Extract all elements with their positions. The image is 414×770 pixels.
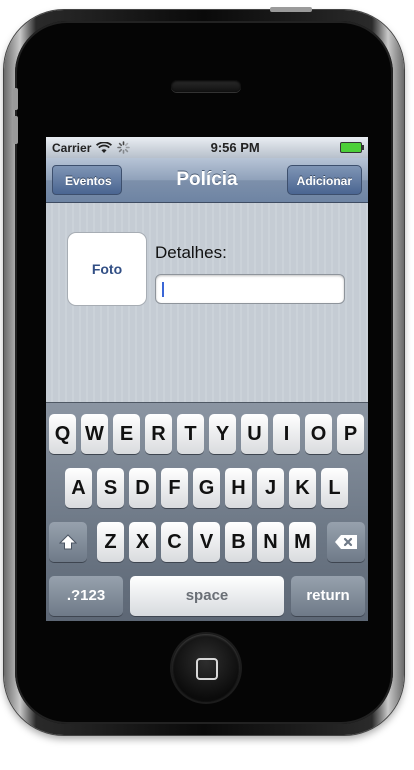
key-y[interactable]: Y: [209, 414, 236, 454]
keyboard: Q W E R T Y U I O P A S D F G H J K L Z …: [46, 402, 368, 621]
details-label: Detalhes:: [155, 243, 227, 262]
details-input[interactable]: [155, 274, 345, 304]
photo-button[interactable]: Foto: [67, 232, 147, 306]
backspace-icon: [335, 535, 357, 549]
activity-spinner-icon: [117, 141, 131, 154]
photo-label: Foto: [91, 261, 123, 277]
home-button[interactable]: [172, 634, 240, 702]
back-button-label: Eventos: [65, 174, 112, 188]
space-key[interactable]: space: [130, 576, 284, 616]
key-h[interactable]: H: [225, 468, 252, 508]
key-v[interactable]: V: [193, 522, 220, 562]
key-l[interactable]: L: [321, 468, 348, 508]
key-j[interactable]: J: [257, 468, 284, 508]
key-s[interactable]: S: [97, 468, 124, 508]
key-e[interactable]: E: [113, 414, 140, 454]
back-button[interactable]: Eventos: [52, 165, 122, 195]
key-b[interactable]: B: [225, 522, 252, 562]
key-d[interactable]: D: [129, 468, 156, 508]
numbers-key[interactable]: .?123: [49, 576, 123, 616]
key-g[interactable]: G: [193, 468, 220, 508]
form-area: Foto Detalhes:: [46, 203, 368, 402]
key-p[interactable]: P: [337, 414, 364, 454]
ringer-switch: [13, 88, 18, 110]
status-bar: Carrier 9:56 PM: [46, 137, 368, 158]
text-cursor: [162, 282, 164, 297]
add-button[interactable]: Adicionar: [286, 165, 362, 195]
return-key[interactable]: return: [291, 576, 365, 616]
key-z[interactable]: Z: [97, 522, 124, 562]
phone-screen: Carrier 9:56 PM Polícia Eventos Adiciona…: [46, 137, 368, 621]
key-m[interactable]: M: [289, 522, 316, 562]
key-o[interactable]: O: [305, 414, 332, 454]
earpiece-speaker: [171, 80, 241, 92]
battery-icon: [340, 142, 364, 153]
shift-key[interactable]: [49, 522, 87, 562]
key-f[interactable]: F: [161, 468, 188, 508]
key-r[interactable]: R: [145, 414, 172, 454]
key-u[interactable]: U: [241, 414, 268, 454]
key-t[interactable]: T: [177, 414, 204, 454]
volume-button: [13, 116, 18, 144]
wifi-icon: [96, 141, 113, 153]
key-i[interactable]: I: [273, 414, 300, 454]
key-w[interactable]: W: [81, 414, 108, 454]
carrier-label: Carrier: [52, 140, 92, 155]
home-square-icon: [196, 658, 218, 680]
status-time: 9:56 PM: [210, 140, 260, 155]
key-q[interactable]: Q: [49, 414, 76, 454]
navigation-bar: Polícia Eventos Adicionar: [46, 158, 368, 203]
key-x[interactable]: X: [129, 522, 156, 562]
key-a[interactable]: A: [65, 468, 92, 508]
key-c[interactable]: C: [161, 522, 188, 562]
sleep-button: [270, 7, 312, 12]
shift-arrow-icon: [58, 534, 78, 550]
key-n[interactable]: N: [257, 522, 284, 562]
backspace-key[interactable]: [327, 522, 365, 562]
key-k[interactable]: K: [289, 468, 316, 508]
